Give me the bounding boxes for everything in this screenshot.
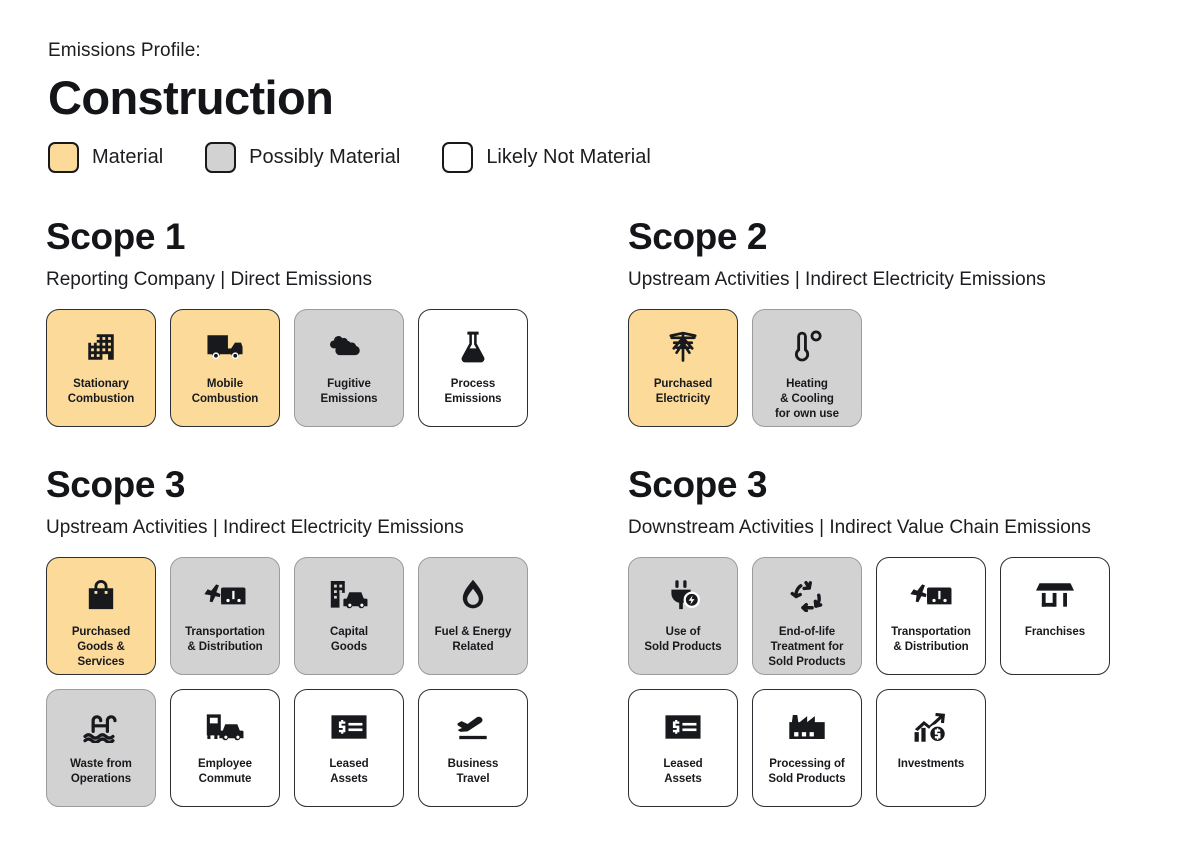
section-scope-1: Scope 1 Reporting Company | Direct Emissi… [46,218,606,427]
category-card[interactable]: Purchased Goods & Services [46,557,156,675]
storefront-icon [1032,575,1078,615]
category-card[interactable]: Capital Goods [294,557,404,675]
water-waste-icon [78,707,124,747]
legend-label: Likely Not Material [486,146,651,169]
category-card-label: Franchises [1024,626,1086,638]
scope-subtitle: Reporting Company | Direct Emissions [46,269,372,290]
category-card-label: Leased Assets [329,758,369,786]
shopping-bag-icon [78,575,124,615]
legend-swatch-possibly [205,142,237,174]
category-card-grid: Purchased Goods & Services Transportation & … [46,557,606,807]
category-card-label: Fugitive Emissions [320,378,378,406]
category-card-label: Process Emissions [444,378,502,406]
scope-subtitle: Downstream Activities | Indirect Value C… [628,517,1091,538]
plane-truck-icon [908,575,954,615]
growth-chart-dollar-icon [908,707,954,747]
legend-label: Material [92,146,164,169]
legend: Material Possibly Material Likely Not Mate… [48,142,1148,174]
category-card-label: Purchased Electricity [653,378,713,406]
category-card[interactable]: Employee Commute [170,689,280,807]
eyebrow-label: Emissions Profile: [48,40,201,61]
category-card-grid: Purchased Electricity Heating & Cooling for … [628,309,1188,427]
category-card-label: Business Travel [447,758,499,786]
recycle-icon [784,575,830,615]
category-card[interactable]: Fuel & Energy Related [418,557,528,675]
scope-subtitle: Upstream Activities | Indirect Electrici… [628,269,1046,290]
flask-icon [450,327,496,367]
category-card[interactable]: Purchased Electricity [628,309,738,427]
droplet-icon [450,575,496,615]
category-card[interactable]: Leased Assets [628,689,738,807]
category-card[interactable]: Use of Sold Products [628,557,738,675]
legend-item-material: Material [48,142,164,174]
power-pylon-icon [660,327,706,367]
category-card[interactable]: End-of-life Treatment for Sold Products [752,557,862,675]
page-title: Construction [48,71,334,124]
plane-truck-icon [202,575,248,615]
scope-subtitle: Upstream Activities | Indirect Electrici… [46,517,464,538]
scope-title: Scope 3 [46,464,186,505]
money-note-icon [326,707,372,747]
section-scope-3-upstream: Scope 3 Upstream Activities | Indirect El… [46,466,606,807]
thermometer-icon [784,327,830,367]
truck-icon [202,327,248,367]
plug-bolt-icon [660,575,706,615]
category-card[interactable]: Heating & Cooling for own use [752,309,862,427]
category-card[interactable]: Transportation & Distribution [876,557,986,675]
category-card-grid: Use of Sold Products End-of-life Treatment … [628,557,1188,807]
category-card[interactable]: Transportation & Distribution [170,557,280,675]
category-card-label: Transportation & Distribution [891,626,971,654]
category-card-label: Leased Assets [663,758,703,786]
category-card[interactable]: Mobile Combustion [170,309,280,427]
category-card-label: Investments [897,758,965,770]
scope-title: Scope 1 [46,216,186,257]
category-card[interactable]: Franchises [1000,557,1110,675]
category-card-label: Processing of Sold Products [768,758,846,786]
category-card-label: Purchased Goods & Services [71,626,131,669]
legend-swatch-notmaterial [442,142,474,174]
money-note-icon [660,707,706,747]
category-card-label: Transportation & Distribution [185,626,265,654]
category-card[interactable]: Fugitive Emissions [294,309,404,427]
category-card-label: End-of-life Treatment for Sold Products [768,626,846,669]
category-card-label: Waste from Operations [70,758,132,786]
category-card-grid: Stationary Combustion Mobile Combustion Fugi… [46,309,606,427]
airplane-icon [450,707,496,747]
category-card-label: Stationary Combustion [67,378,135,406]
page-header: Emissions Profile: Construction Material… [48,40,1148,174]
cloud-icon [326,327,372,367]
category-card[interactable]: Stationary Combustion [46,309,156,427]
category-card[interactable]: Business Travel [418,689,528,807]
category-card-label: Use of Sold Products [644,626,722,654]
scope-title: Scope 3 [628,464,768,505]
building-car-icon [326,575,372,615]
category-card[interactable]: Leased Assets [294,689,404,807]
legend-swatch-material [48,142,79,174]
category-card-label: Mobile Combustion [191,378,259,406]
scope-title: Scope 2 [628,216,768,257]
building-icon [78,327,124,367]
category-card-label: Capital Goods [330,626,368,654]
legend-item-notmaterial: Likely Not Material [442,142,651,174]
bus-car-icon [202,707,248,747]
category-card[interactable]: Waste from Operations [46,689,156,807]
category-card[interactable]: Processing of Sold Products [752,689,862,807]
emissions-profile-page: Emissions Profile: Construction Material… [0,0,1200,860]
category-card-label: Fuel & Energy Related [434,626,512,654]
section-scope-2: Scope 2 Upstream Activities | Indirect El… [628,218,1188,427]
category-card[interactable]: Process Emissions [418,309,528,427]
category-card-label: Heating & Cooling for own use [775,378,839,421]
category-card[interactable]: Investments [876,689,986,807]
factory-icon [784,707,830,747]
legend-label: Possibly Material [249,146,401,169]
legend-item-possibly: Possibly Material [205,142,401,174]
category-card-label: Employee Commute [198,758,252,786]
section-scope-3-downstream: Scope 3 Downstream Activities | Indirect … [628,466,1188,807]
